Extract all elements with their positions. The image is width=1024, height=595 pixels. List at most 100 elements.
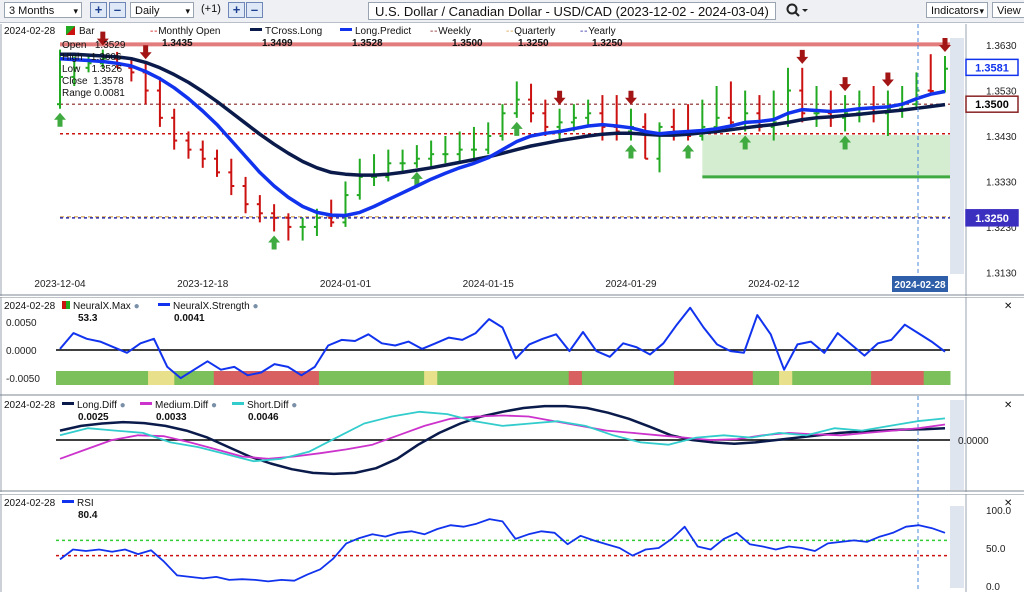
neuralx-max-cell [69, 371, 83, 385]
chevron-down-icon: ▾ [73, 6, 78, 16]
legend-neuralx-strength: NeuralX.Strength ● [158, 301, 259, 312]
weekly-value: 1.3500 [452, 38, 483, 49]
period-label: 3 Months [9, 5, 55, 17]
neuralx-max-cell [700, 371, 714, 385]
line-swatch-icon [232, 402, 244, 405]
offset-plus-button[interactable]: + [228, 2, 245, 18]
neuralx-max-cell [384, 371, 399, 385]
line-swatch-icon [62, 402, 74, 405]
indicators-button[interactable]: Indicators ▾ [926, 2, 988, 18]
legend-label: Long.Predict [355, 26, 412, 37]
interval-select[interactable]: Daily ▾ [130, 2, 194, 18]
close-panel-icon[interactable]: ✕ [1004, 301, 1012, 312]
high-label: High [62, 52, 83, 63]
legend-label: Quarterly [514, 26, 556, 37]
search-icon[interactable] [784, 2, 808, 19]
ohlc-readout: Open 1.3529 High 1.3606 Low 1.3526 Close… [62, 40, 125, 100]
close-label: Close [62, 76, 88, 87]
neuralx-max-cell [332, 371, 346, 385]
rsi-chart[interactable]: 100.050.00.0 [0, 493, 1024, 593]
view-button[interactable]: View [992, 2, 1024, 18]
dash-swatch-icon: - - [150, 26, 159, 37]
neuralx-max-cell [660, 371, 675, 385]
neuralx-max-cell [345, 371, 359, 385]
neuralx-max-cell [739, 371, 754, 385]
neuralx-max-cell [450, 371, 465, 385]
legend-label: Bar [79, 26, 95, 37]
chevron-down-icon: ▾ [979, 6, 984, 16]
neuralx-panel: 0.0050 0.0000 -0.0050 2024-02-28 NeuralX.M… [0, 296, 1024, 396]
legend-bar: Bar [66, 26, 95, 37]
price-tag-label: 1.3250 [975, 213, 1009, 225]
legend-monthly-open: - - Monthly Open [150, 26, 220, 37]
bar-swatch-icon [66, 26, 75, 35]
y-tick-label: 0.0050 [6, 318, 37, 329]
main-date: 2024-02-28 [4, 26, 56, 37]
offset-label: (+1) [201, 3, 221, 15]
price-chart[interactable]: 1.36301.35301.34301.33301.32301.3130 202… [0, 24, 1024, 296]
legend-rsi: RSI [62, 498, 94, 509]
range-label: Range [62, 88, 92, 99]
interval-label: Daily [135, 5, 160, 17]
dash-swatch-icon: - - [580, 26, 589, 37]
line-swatch-icon [158, 303, 170, 306]
neuralx-max-cell [831, 371, 846, 385]
price-tag-label: 1.3581 [975, 62, 1009, 74]
scroll-track[interactable] [950, 506, 964, 588]
low-value: 1.3526 [91, 64, 123, 75]
neuralx-max-cell [56, 371, 70, 385]
neuralx-max-cell [936, 371, 951, 385]
neuralx-max-cell [121, 371, 136, 385]
view-label: View [997, 5, 1021, 17]
monthly-open-value: 1.3435 [162, 38, 193, 49]
line-swatch-icon [340, 28, 352, 31]
range-value: 0.0081 [94, 88, 125, 99]
x-tick-label: 2023-12-04 [34, 279, 86, 290]
y-tick-label: 0.0 [986, 582, 1000, 592]
y-tick-label: 1.3630 [986, 41, 1017, 52]
legend-label: Long.Diff [77, 400, 117, 411]
neuralx-max-cell [529, 371, 543, 385]
close-panel-icon[interactable]: ✕ [1004, 498, 1012, 509]
neuralx-max-cell [752, 371, 767, 385]
diff-date: 2024-02-28 [4, 400, 56, 411]
dash-swatch-icon: - - [430, 26, 439, 37]
neuralx-max-cell [503, 371, 517, 385]
diff-panel: 0.0000 2024-02-28 Long.Diff ● Medium.Dif… [0, 396, 1024, 492]
neuralx-max-cell [884, 371, 898, 385]
neuralx-max-cell [318, 371, 333, 385]
neuralx-chart[interactable]: 0.0050 0.0000 -0.0050 [0, 296, 1024, 396]
short-diff-value: 0.0046 [248, 412, 279, 423]
neuralx-max-cell [647, 371, 662, 385]
neuralx-max-cell [792, 371, 806, 385]
legend-tcross: TCross.Long [250, 26, 322, 37]
zoom-out-button[interactable]: – [109, 2, 126, 18]
legend-long-diff: Long.Diff ● [62, 400, 126, 411]
neuralx-max-cell [279, 371, 294, 385]
offset-minus-button[interactable]: – [246, 2, 263, 18]
neuralx-max-cell [673, 371, 688, 385]
legend-weekly: - - Weekly [430, 26, 471, 37]
close-panel-icon[interactable]: ✕ [1004, 400, 1012, 411]
legend-label: Yearly [588, 26, 616, 37]
neuralx-max-cell [266, 371, 280, 385]
toolbar: 3 Months ▾ + – Daily ▾ (+1) + – U.S. Dolla… [0, 0, 1024, 23]
period-select[interactable]: 3 Months ▾ [4, 2, 82, 18]
neuralx-max-cell [371, 371, 386, 385]
scroll-track[interactable] [950, 38, 964, 274]
legend-neuralx-max: NeuralX.Max ● [62, 301, 140, 312]
yearly-value: 1.3250 [592, 38, 623, 49]
neuralx-strength-value: 0.0041 [174, 313, 205, 324]
legend-quarterly: - - Quarterly [506, 26, 555, 37]
neuralx-max-cell [779, 371, 793, 385]
zoom-in-button[interactable]: + [90, 2, 107, 18]
neuralx-max-cell [213, 371, 228, 385]
neuralx-max-cell [437, 371, 451, 385]
neuralx-max-cell [923, 371, 938, 385]
neuralx-max-cell [95, 371, 110, 385]
neuralx-max-cell [818, 371, 833, 385]
neuralx-max-cell [568, 371, 583, 385]
symbol-title[interactable]: U.S. Dollar / Canadian Dollar - USD/CAD … [368, 2, 776, 20]
legend-yearly: - - Yearly [580, 26, 616, 37]
legend-label: Medium.Diff [155, 400, 209, 411]
